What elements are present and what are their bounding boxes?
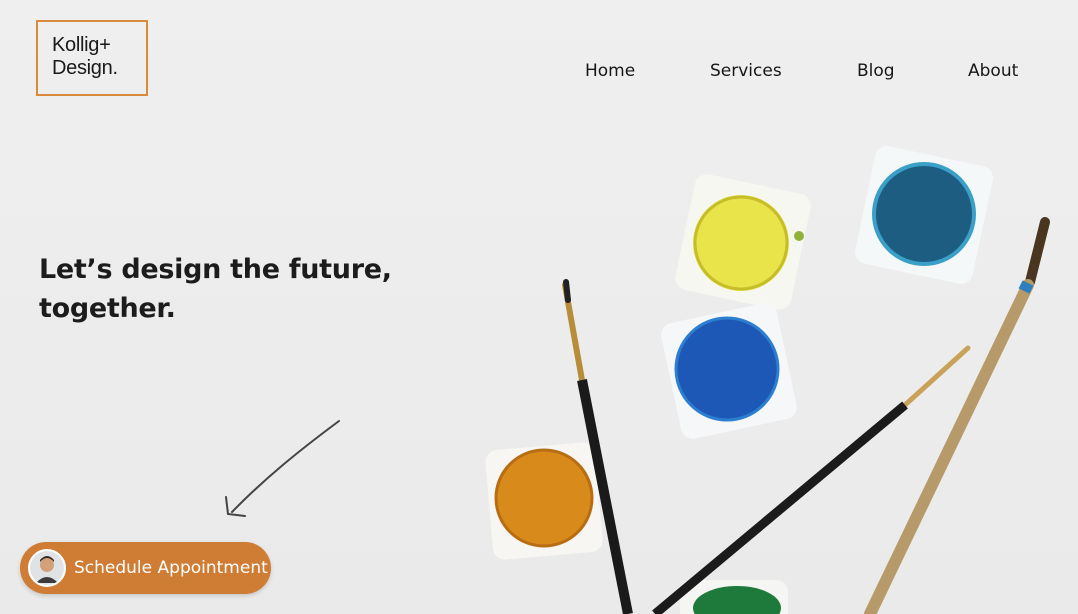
schedule-appointment-label: Schedule Appointment bbox=[74, 558, 268, 578]
hero-artwork bbox=[225, 146, 1050, 614]
teal-paint-pan bbox=[855, 146, 993, 284]
yellow-paint-pan bbox=[675, 174, 811, 310]
blue-paint-pan bbox=[661, 303, 797, 439]
orange-paint-pan bbox=[485, 442, 603, 560]
avatar bbox=[28, 549, 66, 587]
page: Kollig+ Design. Home Services Blog About… bbox=[0, 0, 1078, 614]
arrow-icon bbox=[225, 420, 340, 517]
schedule-appointment-button[interactable]: Schedule Appointment bbox=[20, 542, 271, 594]
